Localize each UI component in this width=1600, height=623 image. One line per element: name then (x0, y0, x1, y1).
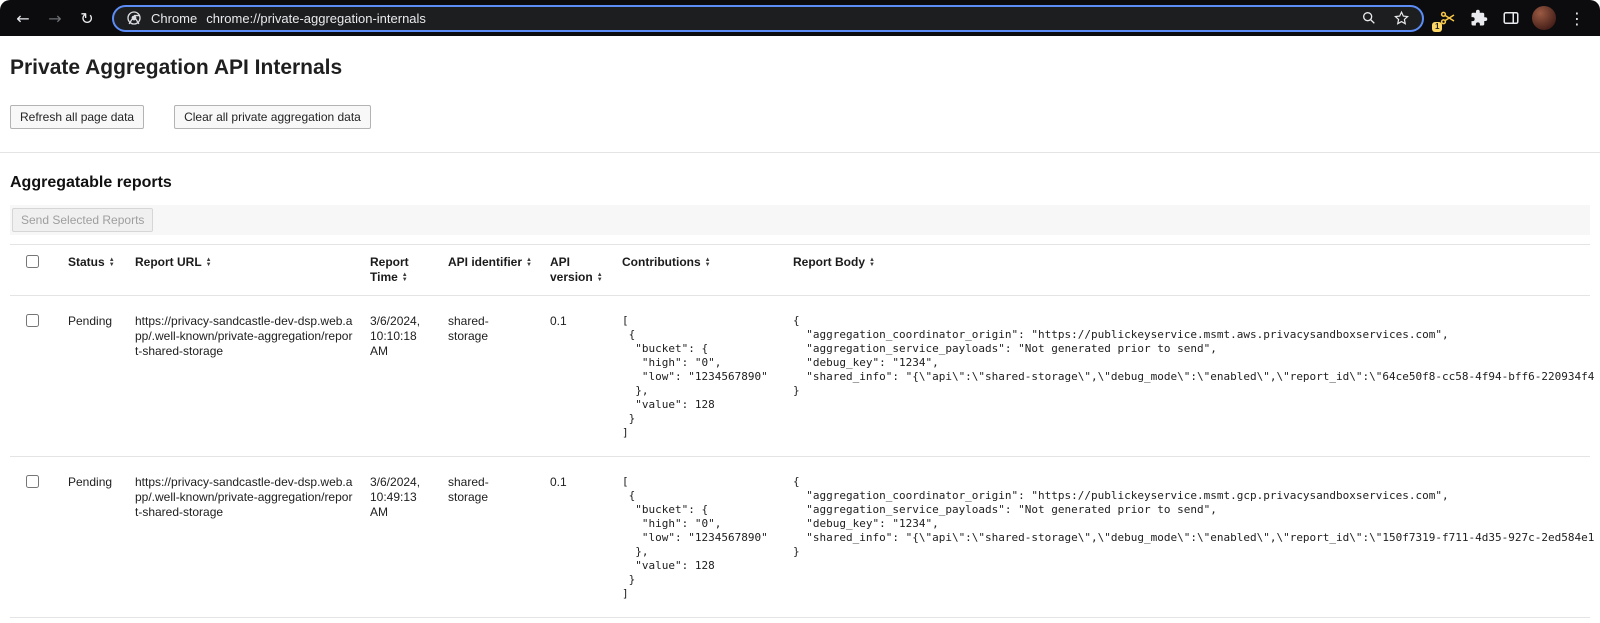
extension-icon[interactable]: 1 (1434, 4, 1462, 32)
cell-report-time: 3/6/2024, 10:49:13 AM (370, 457, 448, 618)
row-checkbox[interactable] (26, 475, 39, 488)
browser-toolbar: ← → ↻ Chrome chrome://private-aggregatio… (0, 0, 1600, 36)
side-panel-icon[interactable] (1496, 3, 1526, 33)
cell-report-time: 3/6/2024, 10:10:18 AM (370, 296, 448, 457)
table-header-row: Status ▲▼ Report URL ▲▼ Report Time▲▼ API … (10, 245, 1590, 296)
contributions-json: [ { "bucket": { "high": "0", "low": "123… (622, 475, 777, 601)
col-label: API version (550, 255, 593, 284)
extension-badge: 1 (1432, 22, 1442, 32)
origin-chip-label: Chrome (151, 11, 197, 26)
row-checkbox[interactable] (26, 314, 39, 327)
send-selected-reports-button[interactable]: Send Selected Reports (12, 208, 153, 232)
profile-avatar[interactable] (1532, 6, 1556, 30)
page-actions: Refresh all page data Clear all private … (10, 105, 1590, 129)
forward-button[interactable]: → (40, 3, 70, 33)
cell-api-version: 0.1 (550, 296, 622, 457)
cell-contributions: [ { "bucket": { "high": "0", "low": "123… (622, 296, 793, 457)
cell-select (10, 457, 68, 618)
col-label: Status (68, 255, 105, 269)
cell-report-body: { "aggregation_coordinator_origin": "htt… (793, 296, 1590, 457)
col-header-status[interactable]: Status ▲▼ (68, 245, 135, 296)
extensions-puzzle-icon[interactable] (1464, 3, 1494, 33)
sort-icon: ▲▼ (526, 258, 532, 268)
sort-icon: ▲▼ (109, 258, 115, 268)
cell-status: Pending (68, 457, 135, 618)
col-header-api-identifier[interactable]: API identifier ▲▼ (448, 245, 550, 296)
col-label: API identifier (448, 255, 522, 269)
cell-report-url: https://privacy-sandcastle-dev-dsp.web.a… (135, 457, 370, 618)
sort-icon: ▲▼ (869, 258, 875, 268)
col-header-api-version[interactable]: API version ▲▼ (550, 245, 622, 296)
table-toolbar: Send Selected Reports (10, 205, 1590, 235)
page-content: Private Aggregation API Internals Refres… (0, 36, 1600, 618)
sort-icon: ▲▼ (597, 273, 603, 283)
col-header-select (10, 245, 68, 296)
clear-all-button[interactable]: Clear all private aggregation data (174, 105, 371, 129)
cell-api-identifier: shared-storage (448, 296, 550, 457)
col-header-report-body[interactable]: Report Body ▲▼ (793, 245, 1590, 296)
url-text[interactable]: chrome://private-aggregation-internals (206, 11, 1352, 26)
sort-icon: ▲▼ (206, 258, 212, 268)
refresh-all-button[interactable]: Refresh all page data (10, 105, 144, 129)
cell-select (10, 296, 68, 457)
bookmark-star-icon[interactable] (1393, 10, 1410, 27)
select-all-checkbox[interactable] (26, 255, 39, 268)
col-header-report-url[interactable]: Report URL ▲▼ (135, 245, 370, 296)
cell-report-url: https://privacy-sandcastle-dev-dsp.web.a… (135, 296, 370, 457)
col-label: Report Body (793, 255, 865, 269)
search-icon[interactable] (1361, 10, 1377, 26)
back-button[interactable]: ← (8, 3, 38, 33)
section-title: Aggregatable reports (10, 174, 1590, 192)
browser-window: ← → ↻ Chrome chrome://private-aggregatio… (0, 0, 1600, 623)
cell-api-identifier: shared-storage (448, 457, 550, 618)
col-label: Contributions (622, 255, 701, 269)
section-divider (0, 152, 1600, 153)
sort-icon: ▲▼ (402, 273, 408, 283)
col-header-report-time[interactable]: Report Time▲▼ (370, 245, 448, 296)
report-body-json: { "aggregation_coordinator_origin": "htt… (793, 314, 1574, 398)
page-title: Private Aggregation API Internals (10, 56, 1590, 80)
col-label: Report URL (135, 255, 202, 269)
menu-icon[interactable]: ⋮ (1562, 3, 1592, 33)
cell-status: Pending (68, 296, 135, 457)
cell-api-version: 0.1 (550, 457, 622, 618)
table-row: Pending https://privacy-sandcastle-dev-d… (10, 457, 1590, 618)
reports-table: Status ▲▼ Report URL ▲▼ Report Time▲▼ API … (10, 244, 1590, 618)
report-body-json: { "aggregation_coordinator_origin": "htt… (793, 475, 1574, 559)
chrome-logo-icon (126, 10, 142, 26)
col-header-contributions[interactable]: Contributions ▲▼ (622, 245, 793, 296)
cell-report-body: { "aggregation_coordinator_origin": "htt… (793, 457, 1590, 618)
sort-icon: ▲▼ (705, 258, 711, 268)
table-row: Pending https://privacy-sandcastle-dev-d… (10, 296, 1590, 457)
contributions-json: [ { "bucket": { "high": "0", "low": "123… (622, 314, 777, 440)
address-bar[interactable]: Chrome chrome://private-aggregation-inte… (112, 5, 1424, 32)
cell-contributions: [ { "bucket": { "high": "0", "low": "123… (622, 457, 793, 618)
reload-button[interactable]: ↻ (72, 3, 102, 33)
